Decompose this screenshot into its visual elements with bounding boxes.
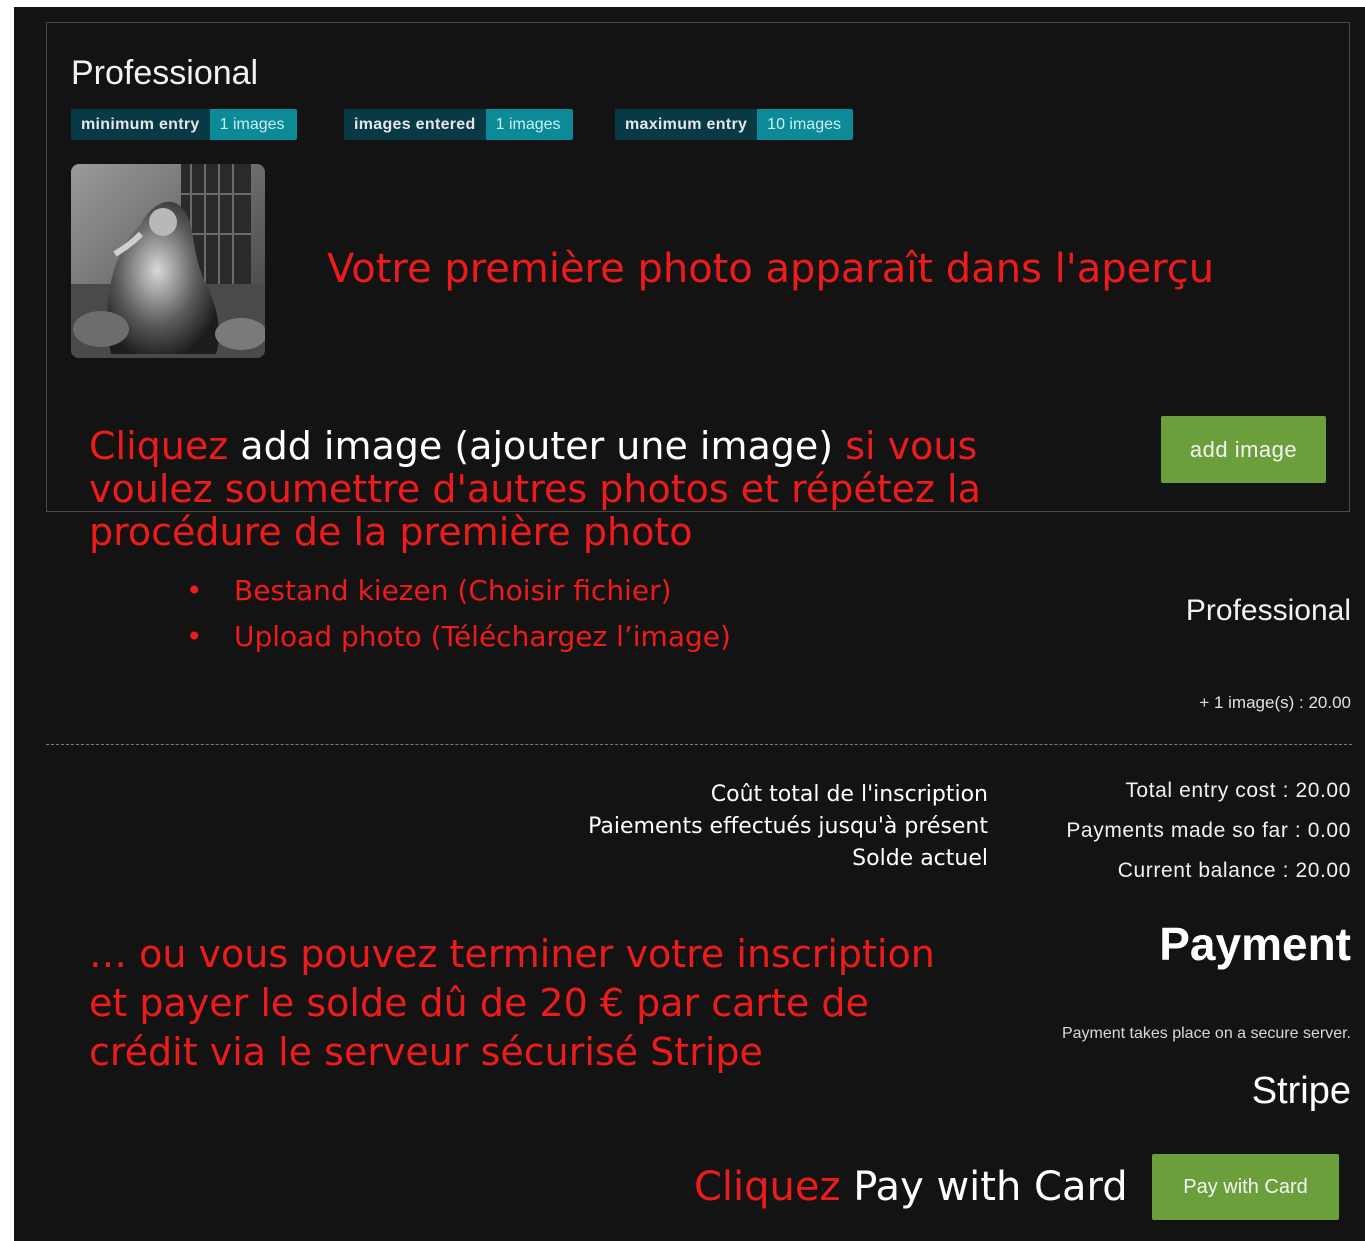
photo-thumbnail-image: [71, 164, 265, 358]
badge-value: 1 images: [485, 109, 573, 140]
add-image-label-text: add image (ajouter une image): [240, 424, 834, 468]
badge-value: 1 images: [209, 109, 297, 140]
fr-current-balance: Solde actuel: [852, 846, 988, 871]
badge-label: maximum entry: [615, 109, 758, 140]
badge-label: minimum entry: [71, 109, 210, 140]
panel-title: Professional: [71, 54, 259, 92]
badge-value: 10 images: [757, 109, 853, 140]
add-image-annotation-line-3: procédure de la première photo: [89, 510, 693, 554]
step-upload-photo: Upload photo (Téléchargez l’image): [234, 620, 731, 653]
list-item: • Upload photo (Téléchargez l’image): [186, 614, 731, 660]
cliquez-text: Cliquez: [89, 424, 229, 468]
fr-payments-made: Paiements effectués jusqu'à présent: [588, 814, 988, 839]
summary-category: Professional: [1185, 594, 1351, 627]
payment-annotation-line-3: crédit via le serveur sécurisé Stripe: [89, 1030, 763, 1074]
badge-maximum-entry: maximum entry 10 images: [615, 109, 853, 140]
cliquez-text: Cliquez: [694, 1164, 841, 1210]
secure-server-note: Payment takes place on a secure server.: [1061, 1025, 1351, 1042]
payment-annotation: … ou vous pouvez terminer votre inscript…: [89, 930, 935, 1077]
step-choose-file: Bestand kiezen (Choisir fichier): [234, 574, 672, 607]
french-cost-labels: Coût total de l'inscription Paiements ef…: [588, 779, 988, 875]
pay-label-text: Pay with Card: [853, 1164, 1128, 1210]
badge-minimum-entry: minimum entry 1 images: [71, 109, 297, 140]
pay-with-card-button[interactable]: Pay with Card: [1152, 1154, 1339, 1220]
bullet-icon: •: [186, 574, 203, 607]
pay-annotation: Cliquez Pay with Card: [694, 1164, 1128, 1210]
badge-label: images entered: [344, 109, 486, 140]
summary-images-line: + 1 image(s) : 20.00: [1199, 693, 1351, 712]
current-balance: Current balance : 20.00: [1117, 859, 1351, 882]
badge-images-entered: images entered 1 images: [344, 109, 573, 140]
list-item: • Bestand kiezen (Choisir fichier): [186, 568, 731, 614]
upload-steps-list: • Bestand kiezen (Choisir fichier) • Uploa…: [186, 568, 731, 660]
cost-summary: Total entry cost : 20.00 Payments made s…: [1066, 771, 1351, 891]
summary-divider: [46, 744, 1352, 745]
payment-annotation-line-2: et payer le solde dû de 20 € par carte d…: [89, 981, 869, 1025]
add-image-annotation-line-1: Cliquez add image (ajouter une image) si…: [89, 425, 981, 468]
total-entry-cost: Total entry cost : 20.00: [1125, 779, 1351, 802]
add-image-annotation: Cliquez add image (ajouter une image) si…: [89, 425, 981, 554]
image-thumbnail[interactable]: [71, 164, 265, 358]
payments-made-so-far: Payments made so far : 0.00: [1066, 819, 1351, 842]
add-note-rest: si vous: [845, 424, 978, 468]
add-image-annotation-line-2: voulez soumettre d'autres photos et répé…: [89, 467, 981, 511]
preview-annotation: Votre première photo apparaît dans l'ape…: [327, 246, 1215, 292]
payment-heading: Payment: [1159, 918, 1351, 970]
payment-provider: Stripe: [1251, 1070, 1351, 1112]
fr-total-cost: Coût total de l'inscription: [710, 782, 988, 807]
bullet-icon: •: [186, 620, 203, 653]
add-image-button[interactable]: add image: [1161, 416, 1326, 483]
payment-annotation-line-1: … ou vous pouvez terminer votre inscript…: [89, 932, 935, 976]
